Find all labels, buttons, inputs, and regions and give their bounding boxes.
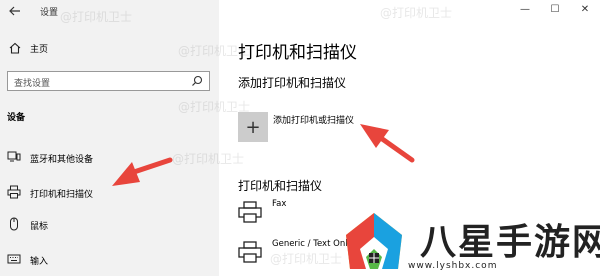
printer-icon: [7, 185, 21, 199]
app-title: 设置: [40, 8, 59, 18]
watermark: @打印机卫士: [60, 10, 133, 24]
watermark: @打印机卫士: [270, 252, 343, 266]
back-button[interactable]: [8, 4, 22, 18]
page-title: 打印机和扫描仪: [238, 43, 357, 63]
printers-list-heading: 打印机和扫描仪: [238, 179, 323, 193]
sidebar-item-label: 蓝牙和其他设备: [30, 155, 94, 165]
printer-icon: [238, 201, 262, 223]
bluetooth-devices-icon: [7, 151, 21, 162]
maximize-button[interactable]: ☐: [540, 0, 570, 18]
site-logo: 八星手游网 www.lyshbx.com: [342, 205, 600, 276]
device-name: Generic / Text Only: [272, 239, 353, 249]
sidebar-item-label: 打印机和扫描仪: [30, 190, 94, 200]
watermark: @打印机卫士: [380, 6, 453, 20]
add-printer-button[interactable]: +: [238, 112, 268, 142]
watermark: @打印机卫士: [172, 152, 245, 166]
sidebar-item-printers[interactable]: 打印机和扫描仪: [0, 181, 219, 203]
watermark: @打印机卫士: [178, 100, 251, 114]
add-printer-label[interactable]: 添加打印机或扫描仪: [273, 113, 354, 126]
back-arrow-icon: [9, 6, 20, 16]
mouse-icon: [10, 217, 18, 231]
device-name: Fax: [272, 199, 287, 209]
watermark: @打印机卫士: [178, 44, 251, 58]
logo-url: www.lyshbx.com: [408, 261, 498, 271]
logo-name: 八星手游网: [420, 222, 600, 263]
search-placeholder: 查找设置: [14, 79, 51, 89]
settings-window: 设置 主页 查找设置 设备 蓝牙和其他设备 打印机和扫描仪 鼠标 输入 — ☐: [0, 0, 600, 276]
minimize-button[interactable]: —: [510, 0, 540, 18]
close-button[interactable]: ✕: [570, 0, 600, 18]
search-icon: [192, 75, 203, 86]
home-icon: [9, 42, 21, 54]
section-label: 设备: [7, 113, 26, 123]
keyboard-icon: [7, 254, 21, 264]
add-section-heading: 添加打印机和扫描仪: [238, 76, 347, 90]
plus-icon: +: [245, 116, 261, 138]
printer-icon: [238, 241, 262, 263]
sidebar-item-label: 输入: [30, 257, 49, 267]
logo-mark-icon: [346, 213, 402, 269]
search-input[interactable]: 查找设置: [7, 71, 210, 91]
sidebar-item-label: 鼠标: [30, 222, 49, 232]
arrow-to-add-printer: [360, 124, 415, 163]
sidebar-item-mouse[interactable]: 鼠标: [0, 213, 219, 235]
sidebar-item-label: 主页: [30, 45, 49, 55]
sidebar-item-input[interactable]: 输入: [0, 248, 219, 270]
